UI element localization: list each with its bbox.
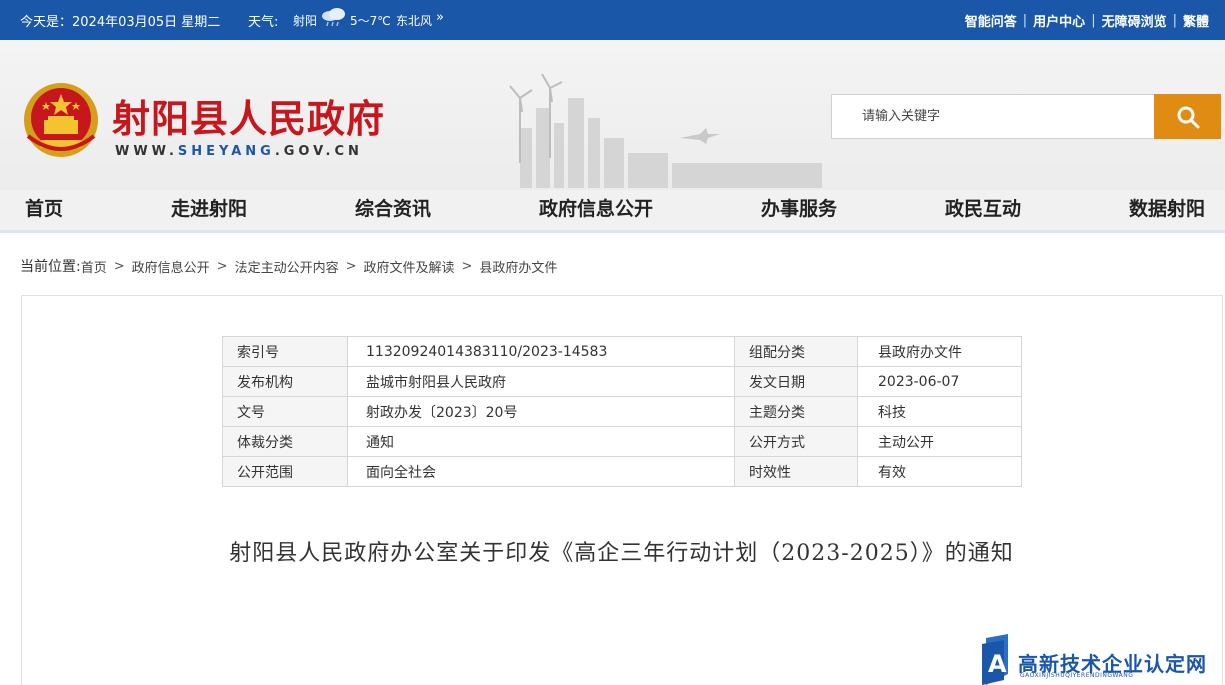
site-url-brand: SHEYANG xyxy=(177,144,275,159)
divider: | xyxy=(1091,13,1096,28)
breadcrumb-separator: > xyxy=(113,258,125,274)
weather-city: 射阳 xyxy=(293,14,318,28)
link-accessibility[interactable]: 无障碍浏览 xyxy=(1096,11,1173,30)
current-date: 今天是：2024年03月05日 星期二 xyxy=(20,15,221,30)
meta-key: 文号 xyxy=(222,396,348,427)
breadcrumb-separator: > xyxy=(345,258,357,274)
meta-key: 体裁分类 xyxy=(222,426,348,457)
link-user-center[interactable]: 用户中心 xyxy=(1027,11,1091,30)
top-links: 智能问答 | 用户中心 | 无障碍浏览 | 繁體 xyxy=(959,11,1215,30)
watermark-logo-icon: A xyxy=(982,634,1008,685)
watermark-subtext: GAOXINJISHUQIYERENDINGWANG xyxy=(1020,672,1134,679)
nav-item-interaction[interactable]: 政民互动 xyxy=(945,194,1021,221)
meta-value: 盐城市射阳县人民政府 xyxy=(347,366,735,397)
breadcrumb-item-county-office[interactable]: 县政府办文件 xyxy=(479,257,557,276)
nav-item-home[interactable]: 首页 xyxy=(25,194,63,221)
meta-value: 科技 xyxy=(857,396,1022,427)
main-nav: 首页 走进射阳 综合资讯 政府信息公开 办事服务 政民互动 数据射阳 xyxy=(0,190,1225,230)
breadcrumb-item-home[interactable]: 首页 xyxy=(81,257,107,276)
weather-more-link[interactable]: » xyxy=(436,10,444,25)
nav-item-news[interactable]: 综合资讯 xyxy=(355,194,431,221)
weather-temperature: 5～7℃ xyxy=(350,14,391,28)
nav-item-services[interactable]: 办事服务 xyxy=(761,194,837,221)
svg-text:A: A xyxy=(988,650,1007,678)
meta-key: 主题分类 xyxy=(734,396,858,427)
breadcrumb-separator: > xyxy=(216,258,228,274)
meta-key: 公开方式 xyxy=(734,426,858,457)
site-url-prefix: WWW. xyxy=(115,144,178,159)
meta-value: 面向全社会 xyxy=(347,456,735,487)
meta-row: 公开范围 面向全社会 时效性 有效 xyxy=(222,456,1022,487)
meta-key: 索引号 xyxy=(222,336,348,367)
meta-value: 通知 xyxy=(347,426,735,457)
weather-cloud-icon xyxy=(322,8,345,27)
divider: | xyxy=(1172,13,1177,28)
breadcrumb-item-gov-info[interactable]: 政府信息公开 xyxy=(132,257,210,276)
city-skyline-illustration xyxy=(509,73,822,188)
site-title[interactable]: 射阳县人民政府 xyxy=(112,88,385,143)
weather-label: 天气: xyxy=(248,15,279,30)
site-url-suffix: .GOV.CN xyxy=(274,144,363,159)
national-emblem[interactable] xyxy=(22,80,100,162)
meta-row: 体裁分类 通知 公开方式 主动公开 xyxy=(222,426,1022,457)
meta-value: 主动公开 xyxy=(857,426,1022,457)
watermark: A 高新技术企业认定网 GAOXINJISHUQIYERENDINGWANG xyxy=(978,634,1223,685)
link-traditional-chinese[interactable]: 繁體 xyxy=(1177,11,1215,30)
meta-value: 射政办发〔2023〕20号 xyxy=(347,396,735,427)
breadcrumb-item-documents[interactable]: 政府文件及解读 xyxy=(363,257,454,276)
breadcrumb-item-statutory[interactable]: 法定主动公开内容 xyxy=(235,257,339,276)
breadcrumb: 当前位置: 首页 > 政府信息公开 > 法定主动公开内容 > 政府文件及解读 >… xyxy=(20,256,557,276)
site-header: 射阳县人民政府 WWW.SHEYANG.GOV.CN xyxy=(0,40,1225,190)
search-button[interactable] xyxy=(1154,94,1221,139)
document-meta-table: 索引号 11320924014383110/2023-14583 组配分类 县政府办文… xyxy=(222,336,1022,487)
meta-key: 发文日期 xyxy=(734,366,858,397)
search-box xyxy=(831,94,1155,139)
meta-row: 发布机构 盐城市射阳县人民政府 发文日期 2023-06-07 xyxy=(222,366,1022,397)
meta-value: 县政府办文件 xyxy=(857,336,1022,367)
site-url: WWW.SHEYANG.GOV.CN xyxy=(115,144,363,159)
search-icon xyxy=(1177,106,1199,128)
search-input[interactable] xyxy=(832,95,1154,138)
document-title: 射阳县人民政府办公室关于印发《高企三年行动计划（2023-2025）》的通知 xyxy=(229,541,1014,566)
meta-row: 文号 射政办发〔2023〕20号 主题分类 科技 xyxy=(222,396,1022,427)
meta-key: 发布机构 xyxy=(222,366,348,397)
meta-key: 公开范围 xyxy=(222,456,348,487)
content-panel: 索引号 11320924014383110/2023-14583 组配分类 县政府办文… xyxy=(21,295,1223,685)
meta-value: 11320924014383110/2023-14583 xyxy=(347,336,735,367)
nav-item-data[interactable]: 数据射阳 xyxy=(1129,194,1205,221)
meta-key: 组配分类 xyxy=(734,336,858,367)
divider: | xyxy=(1022,13,1028,28)
breadcrumb-separator: > xyxy=(461,258,473,274)
meta-key: 时效性 xyxy=(734,456,858,487)
top-bar: 今天是：2024年03月05日 星期二 天气: 射阳 5～7℃ 东北风 » 智能… xyxy=(0,0,1225,40)
link-smart-qa[interactable]: 智能问答 xyxy=(959,11,1023,30)
meta-value: 有效 xyxy=(857,456,1022,487)
weather-wind: 东北风 xyxy=(396,14,433,28)
nav-item-gov-info[interactable]: 政府信息公开 xyxy=(539,194,653,221)
breadcrumb-lead: 当前位置: xyxy=(20,259,81,275)
meta-value: 2023-06-07 xyxy=(857,366,1022,397)
nav-divider xyxy=(0,230,1225,233)
nav-item-about-sheyang[interactable]: 走进射阳 xyxy=(171,194,247,221)
meta-row: 索引号 11320924014383110/2023-14583 组配分类 县政府办文… xyxy=(222,336,1022,367)
